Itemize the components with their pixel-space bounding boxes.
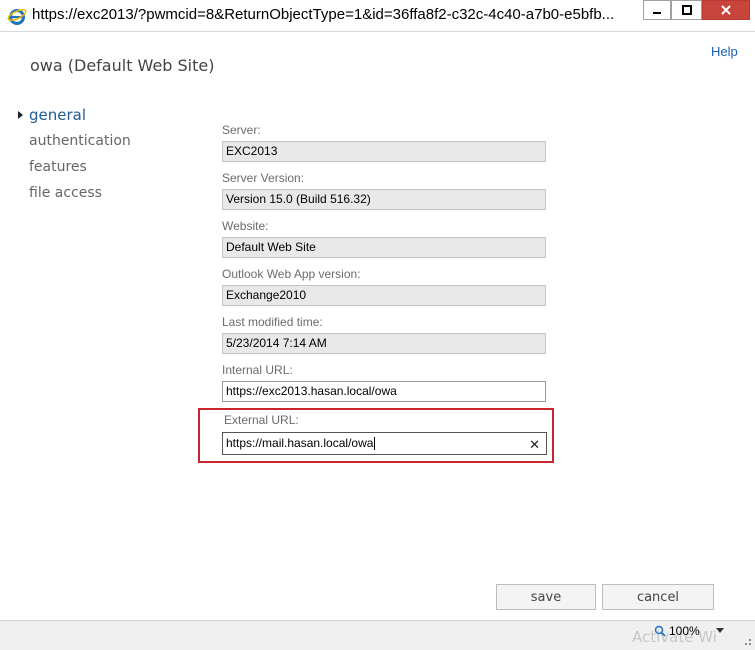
resize-grip-icon[interactable] xyxy=(740,636,752,646)
zoom-level: 100% xyxy=(669,624,700,638)
zoom-control[interactable]: 100% xyxy=(654,624,700,638)
server-field: EXC2013 xyxy=(222,141,546,162)
cancel-button[interactable]: cancel xyxy=(602,584,714,610)
server-label: Server: xyxy=(222,123,261,137)
ie-logo-icon xyxy=(7,9,27,25)
external-url-label: External URL: xyxy=(224,413,299,427)
owa-version-label: Outlook Web App version: xyxy=(222,267,361,281)
external-url-highlight: External URL: https://mail.hasan.local/o… xyxy=(198,408,554,463)
server-version-field: Version 15.0 (Build 516.32) xyxy=(222,189,546,210)
website-label: Website: xyxy=(222,219,269,233)
nav-item-label: general xyxy=(29,106,87,124)
general-form: Server: EXC2013 Server Version: Version … xyxy=(222,122,552,410)
nav-item-features[interactable]: features xyxy=(18,156,131,182)
page-title: owa (Default Web Site) xyxy=(30,56,215,75)
section-nav: general authentication features file acc… xyxy=(18,104,131,208)
window-titlebar: https://exc2013/?pwmcid=8&ReturnObjectTy… xyxy=(0,0,755,32)
internal-url-label: Internal URL: xyxy=(222,363,293,377)
nav-item-general[interactable]: general xyxy=(18,104,131,130)
nav-item-label: authentication xyxy=(29,133,131,149)
internal-url-input[interactable]: https://exc2013.hasan.local/owa xyxy=(222,381,546,402)
last-modified-label: Last modified time: xyxy=(222,315,323,329)
clear-icon[interactable]: ✕ xyxy=(529,435,540,456)
owa-version-field: Exchange2010 xyxy=(222,285,546,306)
text-caret xyxy=(374,437,376,451)
help-link[interactable]: Help xyxy=(711,44,738,59)
nav-arrow-icon xyxy=(18,111,23,119)
external-url-value: https://mail.hasan.local/owa xyxy=(226,436,374,450)
server-version-label: Server Version: xyxy=(222,171,305,185)
window-title-url: https://exc2013/?pwmcid=8&ReturnObjectTy… xyxy=(32,6,615,23)
external-url-input[interactable]: https://mail.hasan.local/owa ✕ xyxy=(222,432,547,455)
last-modified-field: 5/23/2014 7:14 AM xyxy=(222,333,546,354)
maximize-icon xyxy=(681,5,692,15)
website-field: Default Web Site xyxy=(222,237,546,258)
nav-item-authentication[interactable]: authentication xyxy=(18,130,131,156)
close-icon xyxy=(721,5,731,15)
nav-item-label: file access xyxy=(29,185,102,201)
chevron-down-icon[interactable] xyxy=(716,628,724,633)
nav-item-file-access[interactable]: file access xyxy=(18,182,131,208)
maximize-button[interactable] xyxy=(671,0,702,20)
close-button[interactable] xyxy=(702,0,750,20)
zoom-icon xyxy=(654,625,666,637)
nav-item-label: features xyxy=(29,159,87,175)
save-button[interactable]: save xyxy=(496,584,596,610)
minimize-icon xyxy=(653,12,661,14)
minimize-button[interactable] xyxy=(643,0,671,20)
